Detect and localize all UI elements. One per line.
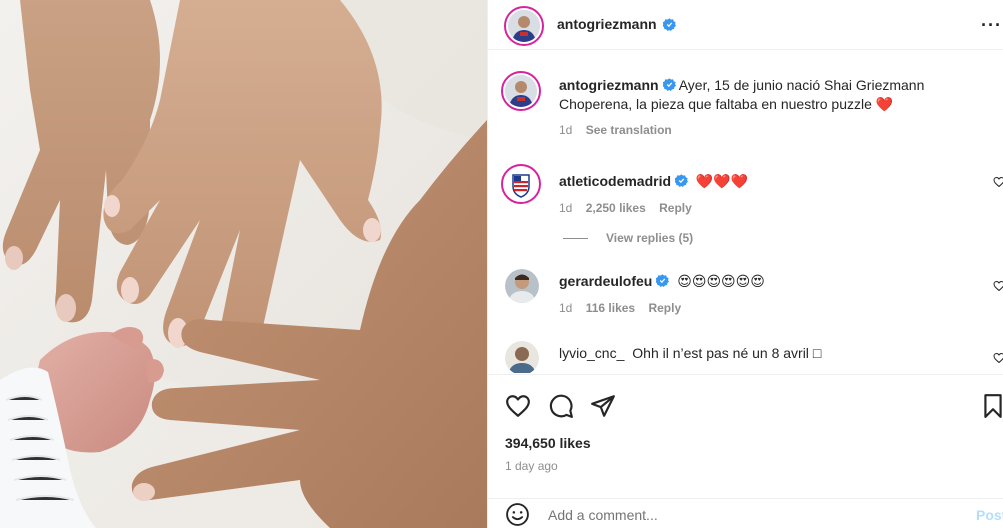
verified-badge-icon bbox=[662, 78, 676, 91]
view-replies-button[interactable]: View replies (5) bbox=[606, 231, 693, 245]
header-username[interactable]: antogriezmann bbox=[557, 16, 657, 32]
comment-body: 😍😍😍😍😍😍 bbox=[677, 273, 765, 289]
comment-text: atleticodemadrid ❤️❤️❤️ bbox=[559, 172, 748, 191]
comment-username[interactable]: lyvio_cnc_ bbox=[559, 345, 624, 361]
see-translation-button[interactable]: See translation bbox=[586, 123, 672, 137]
comment-body: ❤️❤️❤️ bbox=[695, 173, 749, 189]
more-options-button[interactable]: ··· bbox=[981, 15, 1002, 36]
heart-outline-icon[interactable] bbox=[993, 176, 1003, 188]
post-photo[interactable] bbox=[0, 0, 487, 528]
comment-meta: 1d 2,250 likes Reply bbox=[559, 201, 692, 215]
person-icon bbox=[505, 75, 537, 107]
comment-icon[interactable] bbox=[548, 393, 574, 419]
comment-avatar[interactable] bbox=[505, 341, 539, 373]
view-replies-line bbox=[563, 238, 588, 239]
add-comment-bar: Post bbox=[488, 498, 1003, 528]
comment-likes[interactable]: 116 likes bbox=[586, 301, 635, 315]
comment-age: 1d bbox=[559, 301, 573, 315]
bookmark-icon[interactable] bbox=[980, 393, 1003, 419]
comment-text: gerardeulofeu 😍😍😍😍😍😍 bbox=[559, 272, 765, 291]
caption-username[interactable]: antogriezmann bbox=[559, 77, 659, 93]
comment-avatar[interactable] bbox=[505, 269, 539, 303]
person-icon bbox=[505, 269, 539, 303]
comments-list[interactable]: antogriezmann Ayer, 15 de junio nació Sh… bbox=[488, 51, 1003, 373]
comment-likes[interactable]: 2,250 likes bbox=[586, 201, 646, 215]
caption-author-avatar[interactable] bbox=[501, 71, 541, 111]
verified-badge-icon bbox=[663, 18, 676, 31]
comment-avatar[interactable] bbox=[501, 164, 541, 204]
reply-button[interactable]: Reply bbox=[648, 301, 681, 315]
heart-icon[interactable] bbox=[505, 393, 531, 419]
smile-icon[interactable] bbox=[505, 502, 530, 527]
caption-age: 1d bbox=[559, 123, 573, 137]
person-icon bbox=[508, 10, 540, 42]
caption: antogriezmann Ayer, 15 de junio nació Sh… bbox=[488, 65, 1003, 145]
comment-item: atleticodemadrid ❤️❤️❤️ 1d 2,250 likes R… bbox=[488, 159, 1003, 249]
likes-count[interactable]: 394,650 likes bbox=[505, 435, 591, 451]
comment-item: lyvio_cnc_ Ohh il n’est pas né un 8 avri… bbox=[488, 339, 1003, 373]
comment-meta: 1d 116 likes Reply bbox=[559, 301, 681, 315]
heart-outline-icon[interactable] bbox=[993, 280, 1003, 292]
post-image bbox=[0, 0, 487, 528]
heart-outline-icon[interactable] bbox=[993, 352, 1003, 364]
share-icon[interactable] bbox=[590, 393, 616, 419]
caption-meta: 1d See translation bbox=[559, 123, 672, 137]
verified-badge-icon bbox=[656, 274, 670, 287]
atletico-logo-icon bbox=[505, 168, 537, 200]
post-comment-button[interactable]: Post bbox=[976, 507, 1003, 523]
person-icon bbox=[505, 341, 539, 373]
verified-badge-icon bbox=[675, 174, 689, 187]
comment-text: lyvio_cnc_ Ohh il n’est pas né un 8 avri… bbox=[559, 344, 821, 363]
post-panel: antogriezmann ··· antogriezmann Ayer, 15… bbox=[487, 0, 1003, 528]
comment-item: gerardeulofeu 😍😍😍😍😍😍 1d 116 likes Reply bbox=[488, 267, 1003, 337]
comment-input[interactable] bbox=[548, 507, 948, 523]
heart-emoji: ❤️ bbox=[875, 96, 894, 112]
caption-text: antogriezmann Ayer, 15 de junio nació Sh… bbox=[559, 76, 959, 114]
comment-username[interactable]: atleticodemadrid bbox=[559, 173, 671, 189]
comment-age: 1d bbox=[559, 201, 573, 215]
missing-glyph: □ bbox=[812, 345, 822, 361]
comment-username[interactable]: gerardeulofeu bbox=[559, 273, 652, 289]
post-timestamp[interactable]: 1 day ago bbox=[505, 459, 558, 473]
post-header: antogriezmann ··· bbox=[488, 0, 1003, 50]
author-avatar[interactable] bbox=[504, 6, 544, 46]
reply-button[interactable]: Reply bbox=[659, 201, 692, 215]
comment-body: Ohh il n’est pas né un 8 avril bbox=[632, 345, 809, 361]
